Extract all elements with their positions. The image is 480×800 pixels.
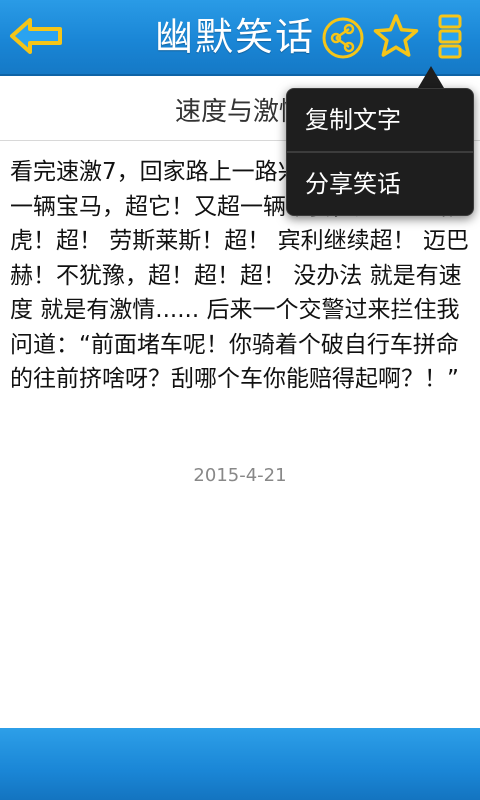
- bottom-bar: [0, 728, 480, 800]
- joke-date: 2015-4-21: [193, 465, 287, 486]
- app-header: 幽默笑话: [0, 0, 480, 76]
- overflow-menu-icon: [438, 14, 462, 59]
- popup-pointer: [418, 66, 444, 88]
- star-icon: [373, 14, 419, 57]
- popup-menu: 复制文字 分享笑话: [286, 88, 474, 216]
- back-arrow-icon: [10, 18, 62, 54]
- copy-text-menu-item[interactable]: 复制文字: [287, 89, 475, 151]
- app-title: 幽默笑话: [154, 15, 315, 59]
- share-button[interactable]: [321, 16, 365, 60]
- overflow-menu-button[interactable]: [436, 14, 464, 60]
- favorite-button[interactable]: [372, 12, 420, 60]
- back-button[interactable]: [6, 12, 66, 60]
- share-joke-menu-item[interactable]: 分享笑话: [287, 153, 475, 215]
- share-icon: [322, 17, 364, 59]
